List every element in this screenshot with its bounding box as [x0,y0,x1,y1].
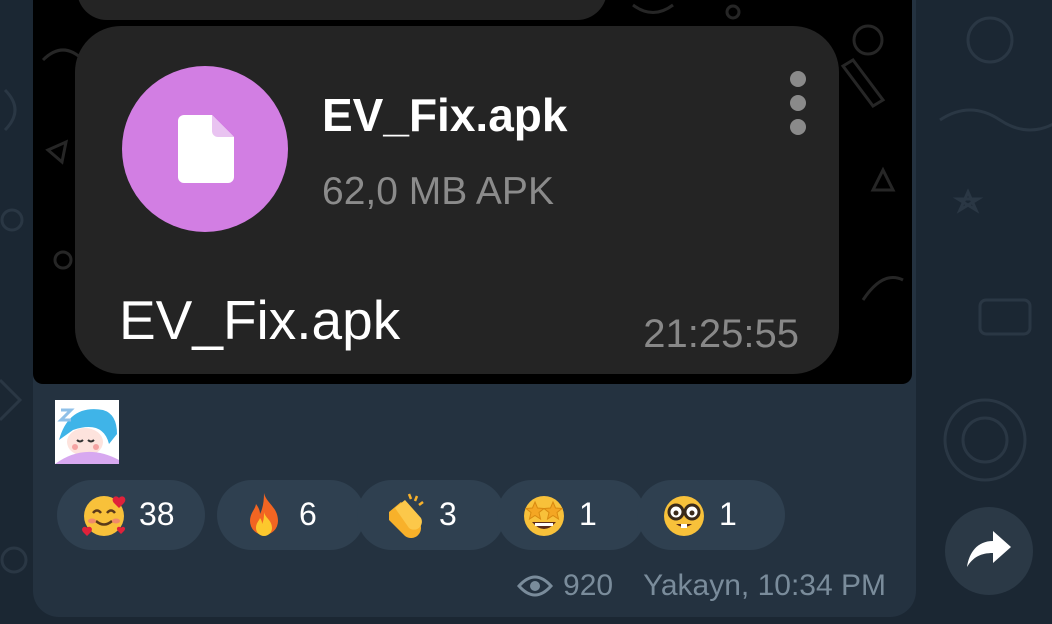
more-options-icon[interactable] [787,71,809,137]
reaction-smiling-face-with-hearts[interactable]: 38 [57,480,205,550]
share-arrow-icon [967,531,1011,567]
view-count: 920 [563,569,614,602]
reaction-fire[interactable]: 6 [217,480,365,550]
share-button[interactable] [945,507,1033,595]
reaction-star-struck[interactable]: 1 [497,480,645,550]
message-caption: EV_Fix.apk [119,289,401,351]
sleeping-girl-sticker [55,400,119,464]
eye-icon [517,575,554,597]
reaction-count: 3 [439,496,457,532]
fire-icon [250,493,278,536]
reaction-count: 6 [299,496,317,532]
file-size: 62,0 MB APK [322,170,554,213]
nerd-face-icon [664,496,704,536]
smiling-face-with-hearts-icon [82,496,126,536]
file-name: EV_Fix.apk [322,89,568,141]
reaction-nerd-face[interactable]: 1 [637,480,785,550]
previous-message-bubble [77,0,607,20]
channel-post: EV_Fix.apk 62,0 MB APK EV_Fix.apk 21:25:… [33,0,916,617]
reaction-count: 38 [139,496,175,532]
reaction-clapping-hands[interactable]: 3 [357,480,505,550]
clapping-hands-icon [389,493,424,538]
author-and-time: Yakayn, 10:34 PM [643,569,886,602]
file-icon [178,115,234,183]
star-struck-icon [524,496,564,536]
reaction-count: 1 [579,496,597,532]
file-message-bubble[interactable]: EV_Fix.apk 62,0 MB APK EV_Fix.apk 21:25:… [75,26,839,374]
post-meta: 920 Yakayn, 10:34 PM [517,566,886,606]
file-message-area: EV_Fix.apk 62,0 MB APK EV_Fix.apk 21:25:… [33,0,912,384]
file-icon-button[interactable] [122,66,288,232]
message-time: 21:25:55 [643,312,799,356]
reaction-count: 1 [719,496,737,532]
